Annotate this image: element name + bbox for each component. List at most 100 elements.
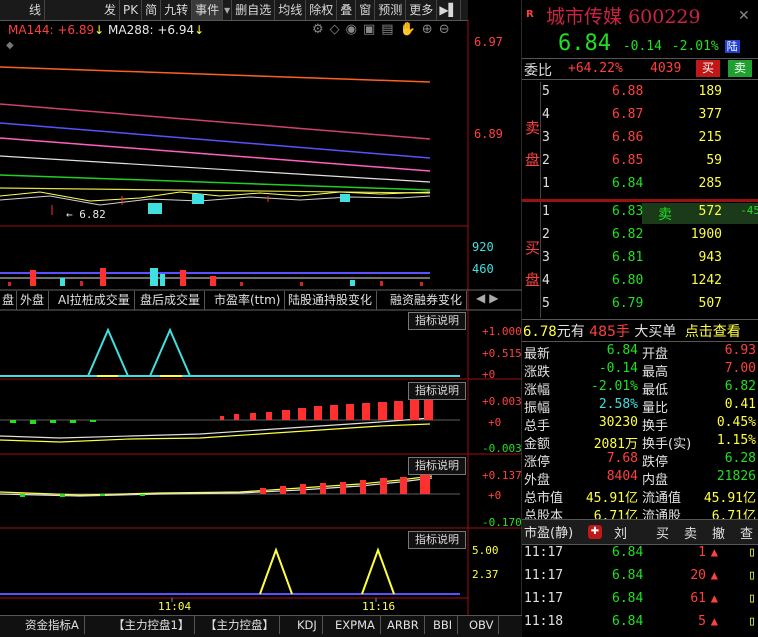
ask-row[interactable]: 4 6.87 377 bbox=[540, 107, 758, 130]
stat-value: 7.68 bbox=[606, 451, 638, 466]
stock-header: 城市传媒 600229 bbox=[546, 2, 701, 29]
bottom-tab-fund-a[interactable]: 资金指标A bbox=[20, 616, 85, 634]
bid-volume: 572 bbox=[698, 204, 722, 219]
stat-label: 内盘 bbox=[642, 473, 669, 488]
tick-tab-buy[interactable]: 买 bbox=[656, 523, 669, 542]
bid-price: 6.79 bbox=[612, 296, 644, 311]
bottom-tab-expma[interactable]: EXPMA bbox=[330, 616, 381, 634]
bid-price: 6.81 bbox=[612, 250, 644, 265]
indicator-help-button-1[interactable]: 指标说明 bbox=[408, 312, 466, 330]
tick-row[interactable]: 11:17 6.84 1 ▲ ▯ bbox=[524, 545, 758, 567]
ask-label: 卖 盘 bbox=[525, 112, 541, 176]
stat-label: 开盘 bbox=[642, 347, 669, 362]
stat-value: 45.91亿 bbox=[585, 491, 638, 506]
stat-value: 6.28 bbox=[724, 451, 756, 466]
tick-row[interactable]: 11:18 6.84 5 ▲ ▯ bbox=[524, 614, 758, 636]
tick-tab-detail[interactable]: 刘 bbox=[614, 523, 627, 542]
close-icon[interactable]: ✕ bbox=[738, 8, 750, 24]
ask-row[interactable]: 5 6.88 189 bbox=[540, 84, 758, 107]
tick-marker: ▯ bbox=[748, 568, 756, 583]
pe-static-label: 市盈(静) bbox=[524, 526, 574, 541]
divider bbox=[522, 319, 758, 320]
panel4-axis-mid: 2.37 bbox=[472, 568, 499, 581]
bottom-tab-bbi[interactable]: BBI bbox=[428, 616, 459, 634]
ask-price: 6.84 bbox=[612, 176, 644, 191]
ask-volume: 189 bbox=[698, 84, 722, 99]
weibi-diff: 4039 bbox=[650, 61, 682, 76]
ask-volume: 285 bbox=[698, 176, 722, 191]
bid-level: 2 bbox=[542, 227, 550, 242]
tick-row[interactable]: 11:17 6.84 20 ▲ ▯ bbox=[524, 568, 758, 590]
indicator-help-button-3[interactable]: 指标说明 bbox=[408, 457, 466, 475]
big-order-notice[interactable]: 6.78元有 485手 大买单 点击查看 bbox=[523, 321, 741, 341]
stat-value: 30230 bbox=[598, 415, 638, 430]
stat-value: 1.15% bbox=[716, 433, 756, 448]
tick-row[interactable]: 11:17 6.84 61 ▲ ▯ bbox=[524, 591, 758, 613]
bid-extra: -45 bbox=[740, 204, 758, 217]
bottom-tab-kdj[interactable]: KDJ bbox=[292, 616, 323, 634]
sell-button[interactable]: 卖 bbox=[728, 60, 752, 77]
bid-row[interactable]: 5 6.79 507 bbox=[540, 296, 758, 319]
bid-level: 1 bbox=[542, 204, 550, 219]
tick-volume: 5 bbox=[698, 614, 706, 629]
bid-row[interactable]: 1 6.83 卖 572 -45 bbox=[540, 204, 758, 227]
tick-volume: 20 bbox=[690, 568, 706, 583]
tab-outer-volume[interactable]: 外盘 bbox=[16, 291, 50, 310]
bottom-tab-control[interactable]: 【主力控盘】 bbox=[200, 616, 280, 634]
tab-pe-ttm[interactable]: 市盈率(ttm) bbox=[210, 291, 286, 310]
price-change: -0.14 bbox=[622, 39, 662, 54]
stat-value: 6.93 bbox=[724, 343, 756, 358]
arrow-up-icon: ▲ bbox=[710, 591, 718, 605]
tab-scroll-arrows[interactable]: ◀▶ bbox=[476, 291, 502, 305]
bid-row[interactable]: 3 6.81 943 bbox=[540, 250, 758, 273]
tick-tab-sell[interactable]: 卖 bbox=[684, 523, 697, 542]
stat-label: 涨跌 bbox=[524, 365, 551, 380]
panel3-axis-top: +0.137 bbox=[482, 469, 522, 482]
panel2-axis-bottom: -0.003 bbox=[482, 442, 522, 455]
bid-row[interactable]: 4 6.80 1242 bbox=[540, 273, 758, 296]
bid-price: 6.80 bbox=[612, 273, 644, 288]
stat-label: 总手 bbox=[524, 419, 551, 434]
stat-value: 2.58% bbox=[598, 397, 638, 412]
big-order-link[interactable]: 点击查看 bbox=[685, 324, 741, 340]
tab-after-hours-volume[interactable]: 盘后成交量 bbox=[136, 291, 206, 310]
stat-label: 最高 bbox=[642, 365, 669, 380]
ask-level: 2 bbox=[542, 153, 550, 168]
stat-label: 最新 bbox=[524, 347, 551, 362]
ask-price: 6.86 bbox=[612, 130, 644, 145]
divider bbox=[522, 58, 758, 59]
indicator-help-button-4[interactable]: 指标说明 bbox=[408, 531, 466, 549]
panel1-axis-mid: +0.515 bbox=[482, 347, 522, 360]
bid-sell-tag: 卖 bbox=[658, 207, 672, 223]
flag-icon[interactable]: ✚ bbox=[588, 525, 602, 539]
tick-marker: ▯ bbox=[748, 591, 756, 606]
tab-margin-change[interactable]: 融资融券变化 bbox=[386, 291, 468, 310]
indicator-help-button-2[interactable]: 指标说明 bbox=[408, 382, 466, 400]
market-badge: 陆 bbox=[724, 40, 740, 53]
r-badge: R bbox=[526, 9, 534, 20]
stat-value: 0.45% bbox=[716, 415, 756, 430]
divider bbox=[522, 79, 758, 80]
bottom-tab-arbr[interactable]: ARBR bbox=[382, 616, 425, 634]
tab-northbound-holding[interactable]: 陆股通持股变化 bbox=[284, 291, 378, 310]
stat-value: 21826 bbox=[716, 469, 756, 484]
tab-pan[interactable]: 盘 bbox=[0, 291, 17, 310]
tab-ai-volume[interactable]: AI拉桩成交量 bbox=[54, 291, 135, 310]
bid-row[interactable]: 2 6.82 1900 bbox=[540, 227, 758, 250]
tick-time: 11:17 bbox=[524, 545, 564, 560]
buy-button[interactable]: 买 bbox=[696, 60, 720, 77]
ask-row[interactable]: 3 6.86 215 bbox=[540, 130, 758, 153]
ask-row[interactable]: 1 6.84 285 bbox=[540, 176, 758, 199]
ask-row[interactable]: 2 6.85 59 bbox=[540, 153, 758, 176]
stat-value: 7.00 bbox=[724, 361, 756, 376]
tick-tab-search[interactable]: 查 bbox=[740, 523, 753, 542]
stat-value: 6.84 bbox=[606, 343, 638, 358]
stat-label: 金额 bbox=[524, 437, 551, 452]
bottom-tab-control-1[interactable]: 【主力控盘1】 bbox=[108, 616, 196, 634]
bid-volume: 1900 bbox=[690, 227, 722, 242]
bottom-tab-obv[interactable]: OBV bbox=[464, 616, 500, 634]
tick-tab-cancel[interactable]: 撤 bbox=[712, 523, 725, 542]
arrow-up-icon: ▲ bbox=[710, 545, 718, 559]
arrow-up-icon: ▲ bbox=[710, 614, 718, 628]
stat-value: 45.91亿 bbox=[703, 491, 756, 506]
